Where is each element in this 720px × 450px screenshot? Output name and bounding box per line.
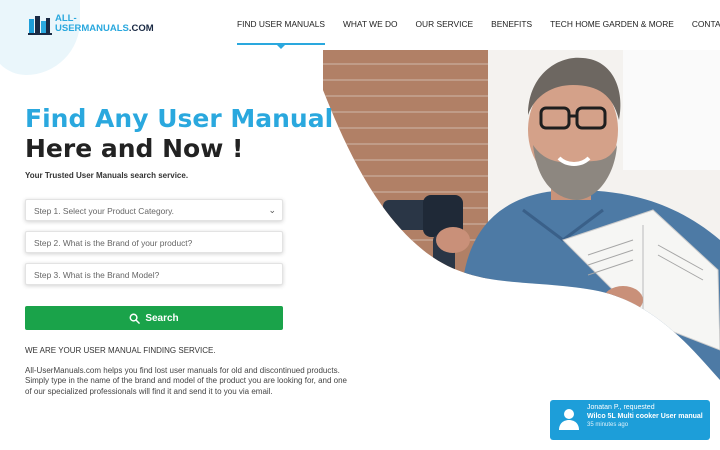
brand-placeholder: Step 2. What is the Brand of your produc… (34, 238, 193, 248)
hero-title-line2: Here and Now ! (25, 134, 244, 163)
search-button-label: Search (145, 312, 179, 324)
site-logo[interactable]: ALL- USERMANUALS.COM (28, 13, 154, 35)
user-icon (559, 409, 579, 430)
background-shape (0, 0, 80, 75)
logo-text: ALL- USERMANUALS.COM (55, 14, 154, 34)
nav-contact-us[interactable]: CONTACT US (692, 19, 720, 29)
main-nav: FIND USER MANUALS WHAT WE DO OUR SERVICE… (237, 19, 720, 49)
brand-input[interactable]: Step 2. What is the Brand of your produc… (25, 231, 283, 253)
book-stack-icon (28, 16, 52, 35)
search-button[interactable]: Search (25, 306, 283, 330)
nav-our-service[interactable]: OUR SERVICE (416, 19, 474, 29)
nav-benefits[interactable]: BENEFITS (491, 19, 532, 29)
hero-tagline: Your Trusted User Manuals search service… (25, 171, 189, 180)
nav-tech-home-garden[interactable]: TECH HOME GARDEN & MORE (550, 19, 674, 29)
product-category-text: Step 1. Select your Product Category. (34, 206, 174, 216)
notification-message: Wilco 5L Multi cooker User manual (587, 413, 703, 420)
search-icon (129, 313, 141, 324)
hero-title: Find Any User Manual Here and Now ! (25, 104, 333, 164)
nav-find-user-manuals[interactable]: FIND USER MANUALS (237, 19, 325, 49)
model-input[interactable]: Step 3. What is the Brand Model? (25, 263, 283, 285)
notification-name: Jonatan P., requested (587, 404, 655, 411)
notification-time: 35 minutes ago (587, 422, 629, 428)
request-notification[interactable]: Jonatan P., requested Wilco 5L Multi coo… (550, 400, 710, 440)
hero-title-line1: Find Any User Manual (25, 104, 334, 133)
model-placeholder: Step 3. What is the Brand Model? (34, 270, 160, 280)
logo-line2: USERMANUALS (55, 23, 129, 34)
logo-domain: .COM (128, 23, 154, 34)
service-headline: WE ARE YOUR USER MANUAL FINDING SERVICE. (25, 346, 216, 355)
service-description: All-UserManuals.com helps you find lost … (25, 366, 347, 396)
nav-what-we-do[interactable]: WHAT WE DO (343, 19, 398, 29)
product-category-select[interactable]: Step 1. Select your Product Category. ⌄ (25, 199, 283, 221)
hero-photo (323, 50, 720, 450)
chevron-down-icon: ⌄ (268, 205, 276, 215)
